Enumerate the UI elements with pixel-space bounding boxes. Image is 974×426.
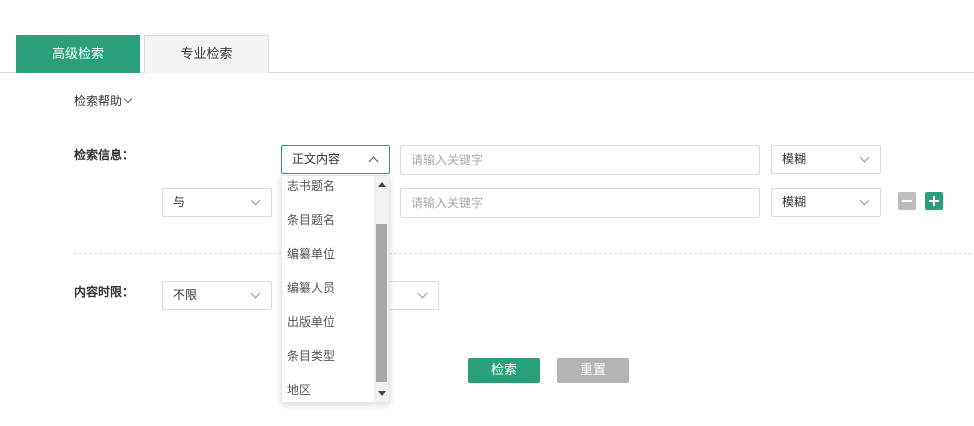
dropdown-option[interactable]: 条目题名 [282,203,374,237]
tab-advanced-search[interactable]: 高级检索 [16,35,140,73]
dropdown-option[interactable]: 编纂单位 [282,237,374,271]
search-help-label: 检索帮助 [74,94,123,108]
scrollbar-thumb[interactable] [376,224,387,382]
chevron-down-icon [250,288,261,299]
chevron-down-icon [250,195,261,206]
scroll-down-arrow-icon[interactable] [378,391,386,396]
logic-select-row2[interactable]: 与 [162,188,272,217]
dropdown-option[interactable]: 志书题名 [282,176,374,203]
tab-professional-search[interactable]: 专业检索 [144,35,269,73]
field-dropdown-list: 志书题名 条目题名 编纂单位 编纂人员 出版单位 条目类型 地区 [281,175,390,403]
chevron-up-icon [368,156,379,167]
dropdown-option[interactable]: 出版单位 [282,305,374,339]
keyword-input-row2[interactable] [400,188,760,218]
time-limit-value: 不限 [173,288,198,302]
time-limit-select[interactable]: 不限 [162,281,272,310]
match-select-row2[interactable]: 模糊 [771,188,881,217]
chevron-down-icon [859,195,870,206]
chevron-down-icon [123,94,133,104]
dropdown-scrollbar[interactable] [374,176,389,402]
search-button[interactable]: 检索 [468,358,540,383]
match-select-value: 模糊 [782,195,807,209]
section-divider [74,253,972,254]
dropdown-option[interactable]: 条目类型 [282,339,374,373]
reset-button[interactable]: 重置 [557,358,629,383]
dropdown-option[interactable]: 地区 [282,373,374,402]
logic-select-value: 与 [173,195,186,209]
dropdown-options: 志书题名 条目题名 编纂单位 编纂人员 出版单位 条目类型 地区 [282,176,374,402]
scroll-up-arrow-icon[interactable] [378,182,386,187]
keyword-input-row1[interactable] [400,145,760,175]
dropdown-option[interactable]: 编纂人员 [282,271,374,305]
search-info-label: 检索信息： [74,148,135,162]
content-time-label: 内容时限： [74,285,135,299]
field-select-row1[interactable]: 正文内容 [281,145,390,174]
match-select-value: 模糊 [782,152,807,166]
search-tabs: 高级检索 专业检索 [0,35,974,73]
match-select-row1[interactable]: 模糊 [771,145,881,174]
search-help-toggle[interactable]: 检索帮助 [74,92,133,109]
chevron-down-icon [859,152,870,163]
field-select-value: 正文内容 [292,152,341,166]
chevron-down-icon [417,288,428,299]
add-row-button[interactable] [925,192,943,210]
remove-row-button[interactable] [898,192,916,210]
